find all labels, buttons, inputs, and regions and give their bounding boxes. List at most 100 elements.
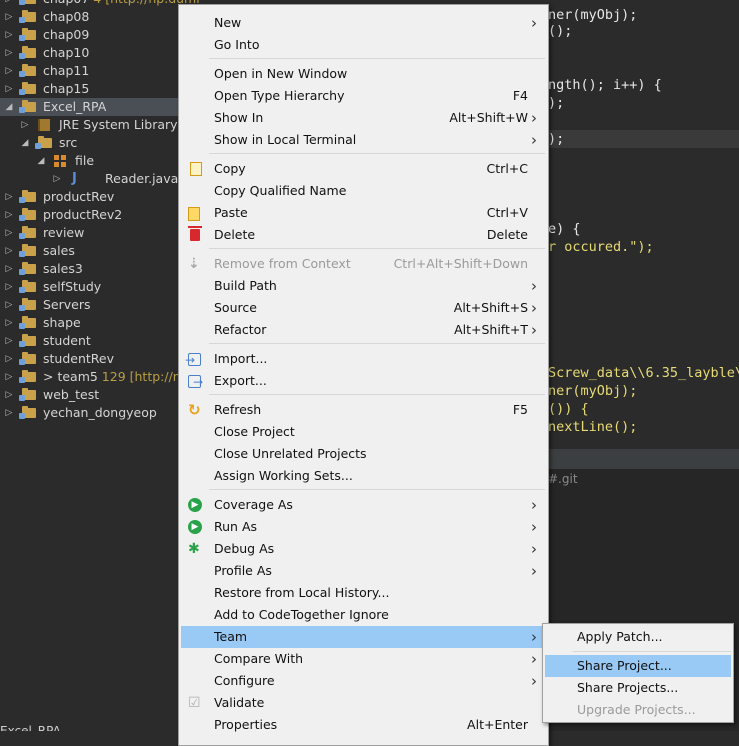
- menu-item-label: Add to CodeTogether Ignore: [214, 607, 389, 622]
- expand-arrow-icon[interactable]: ▷: [4, 350, 14, 368]
- tree-item-chap15[interactable]: ▷ chap15: [0, 80, 200, 98]
- expand-arrow-icon[interactable]: ▷: [4, 332, 14, 350]
- tree-item-chap10[interactable]: ▷ chap10: [0, 44, 200, 62]
- tree-item-jre-system-library[interactable]: ▷JRE System Library [Ja: [0, 116, 200, 134]
- expand-arrow-icon[interactable]: ▷: [4, 386, 14, 404]
- console-label: #.git: [548, 472, 578, 486]
- menu-item-profile-as[interactable]: Profile As ›: [181, 560, 546, 582]
- folder-icon: [19, 298, 36, 311]
- tree-item-student[interactable]: ▷ student: [0, 332, 200, 350]
- menu-item-refresh[interactable]: ↻ Refresh F5: [181, 399, 546, 421]
- menu-item-close-project[interactable]: Close Project: [181, 421, 546, 443]
- collapse-arrow-icon[interactable]: ◢: [4, 98, 14, 116]
- menu-item-close-unrelated-projects[interactable]: Close Unrelated Projects: [181, 443, 546, 465]
- expand-arrow-icon[interactable]: ▷: [4, 62, 14, 80]
- tree-item-chap07[interactable]: ▷chap07 4 [http://np.dumi: [0, 0, 200, 8]
- expand-arrow-icon[interactable]: ▷: [4, 0, 14, 8]
- submenu-item-share-projects[interactable]: Share Projects...: [545, 677, 731, 699]
- tree-item-productrev2[interactable]: ▷ productRev2: [0, 206, 200, 224]
- expand-arrow-icon[interactable]: ▷: [20, 116, 30, 134]
- expand-arrow-icon[interactable]: ▷: [4, 8, 14, 26]
- tree-item-chap11[interactable]: ▷ chap11: [0, 62, 200, 80]
- tree-item--team5[interactable]: ▷ > team5 129 [http://np.d: [0, 368, 201, 386]
- submenu-item-share-project[interactable]: Share Project...: [545, 655, 731, 677]
- menu-item-add-to-codetogether-ignore[interactable]: Add to CodeTogether Ignore: [181, 604, 546, 626]
- tree-item-label: Reader.java: [105, 171, 179, 186]
- tree-item-reader-java[interactable]: ▷ J Reader.java: [0, 170, 200, 188]
- tree-item-label: file: [75, 153, 95, 168]
- menu-item-label: Go Into: [214, 37, 260, 52]
- expand-arrow-icon[interactable]: ▷: [4, 206, 14, 224]
- collapse-arrow-icon[interactable]: ◢: [20, 134, 30, 152]
- tree-item-selfstudy[interactable]: ▷ selfStudy: [0, 278, 200, 296]
- submenu-item-apply-patch[interactable]: Apply Patch...: [545, 626, 731, 648]
- menu-item-validate[interactable]: ☑ Validate: [181, 692, 546, 714]
- menu-item-restore-from-local-history[interactable]: Restore from Local History...: [181, 582, 546, 604]
- tree-item-sales[interactable]: ▷ sales: [0, 242, 200, 260]
- expand-arrow-icon[interactable]: ▷: [4, 26, 14, 44]
- tree-item-sales3[interactable]: ▷ sales3: [0, 260, 200, 278]
- import-icon: [185, 349, 201, 371]
- collapse-arrow-icon[interactable]: ◢: [36, 152, 46, 170]
- menu-item-coverage-as[interactable]: ▶ Coverage As ›: [181, 494, 546, 516]
- expand-arrow-icon[interactable]: ▷: [4, 260, 14, 278]
- tree-item-src[interactable]: ◢ src: [0, 134, 200, 152]
- menu-item-assign-working-sets[interactable]: Assign Working Sets...: [181, 465, 546, 487]
- menu-item-refactor[interactable]: Refactor Alt+Shift+T ›: [181, 319, 546, 341]
- tree-item-productrev[interactable]: ▷ productRev: [0, 188, 200, 206]
- expand-arrow-icon[interactable]: ▷: [4, 44, 14, 62]
- submenu-arrow-icon: ›: [531, 562, 537, 580]
- menu-item-label: Open Type Hierarchy: [214, 88, 345, 103]
- menu-item-compare-with[interactable]: Compare With ›: [181, 648, 546, 670]
- expand-arrow-icon[interactable]: ▷: [4, 368, 14, 386]
- expand-arrow-icon[interactable]: ▷: [52, 170, 62, 188]
- expand-arrow-icon[interactable]: ▷: [4, 296, 14, 314]
- tree-item-shape[interactable]: ▷ shape: [0, 314, 200, 332]
- menu-separator: [573, 651, 731, 652]
- tree-item-web-test[interactable]: ▷ web_test: [0, 386, 200, 404]
- menu-item-debug-as[interactable]: ✱ Debug As ›: [181, 538, 546, 560]
- expand-arrow-icon[interactable]: ▷: [4, 80, 14, 98]
- expand-arrow-icon[interactable]: ▷: [4, 242, 14, 260]
- expand-arrow-icon[interactable]: ▷: [4, 188, 14, 206]
- tree-item-excel-rpa[interactable]: ◢ Excel_RPA: [0, 98, 200, 116]
- menu-item-paste[interactable]: Paste Ctrl+V: [181, 202, 546, 224]
- menu-item-delete[interactable]: Delete Delete: [181, 224, 546, 246]
- code-line: );: [548, 95, 565, 111]
- tree-item-yechan-dongyeop[interactable]: ▷ yechan_dongyeop: [0, 404, 200, 422]
- menu-item-team[interactable]: Team ›: [181, 626, 546, 648]
- expand-arrow-icon[interactable]: ▷: [4, 404, 14, 422]
- menu-item-new[interactable]: New ›: [181, 12, 546, 34]
- folder-icon: [19, 316, 36, 329]
- menu-item-build-path[interactable]: Build Path ›: [181, 275, 546, 297]
- menu-item-label: Validate: [214, 695, 265, 710]
- team-submenu: Apply Patch... Share Project... Share Proj…: [542, 623, 734, 723]
- expand-arrow-icon[interactable]: ▷: [4, 278, 14, 296]
- menu-item-show-in[interactable]: Show In Alt+Shift+W ›: [181, 107, 546, 129]
- folder-icon: [19, 10, 36, 23]
- menu-item-open-in-new-window[interactable]: Open in New Window: [181, 63, 546, 85]
- tree-item-chap09[interactable]: ▷ chap09: [0, 26, 200, 44]
- menu-item-source[interactable]: Source Alt+Shift+S ›: [181, 297, 546, 319]
- menu-item-copy-qualified-name[interactable]: Copy Qualified Name: [181, 180, 546, 202]
- tree-item-servers[interactable]: ▷ Servers: [0, 296, 200, 314]
- menu-item-copy[interactable]: Copy Ctrl+C: [181, 158, 546, 180]
- expand-arrow-icon[interactable]: ▷: [4, 224, 14, 242]
- menu-item-configure[interactable]: Configure ›: [181, 670, 546, 692]
- menu-item-run-as[interactable]: ▶ Run As ›: [181, 516, 546, 538]
- tree-item-review[interactable]: ▷ review: [0, 224, 200, 242]
- tree-item-chap08[interactable]: ▷ chap08: [0, 8, 200, 26]
- menu-item-label: Copy Qualified Name: [214, 183, 347, 198]
- submenu-item-upgrade-projects[interactable]: Upgrade Projects...: [545, 699, 731, 721]
- menu-item-remove-from-context[interactable]: ⇣ Remove from Context Ctrl+Alt+Shift+Down: [181, 253, 546, 275]
- menu-item-open-type-hierarchy[interactable]: Open Type Hierarchy F4: [181, 85, 546, 107]
- menu-item-properties[interactable]: Properties Alt+Enter: [181, 714, 546, 736]
- tree-item-file[interactable]: ◢ file: [0, 152, 200, 170]
- expand-arrow-icon[interactable]: ▷: [4, 314, 14, 332]
- menu-item-export[interactable]: Export...: [181, 370, 546, 393]
- menu-item-import[interactable]: Import...: [181, 348, 546, 371]
- menu-item-show-in-local-terminal[interactable]: Show in Local Terminal ›: [181, 129, 546, 151]
- menu-separator: [209, 343, 545, 344]
- menu-item-go-into[interactable]: Go Into: [181, 34, 546, 56]
- tree-item-studentrev[interactable]: ▷ studentRev: [0, 350, 200, 368]
